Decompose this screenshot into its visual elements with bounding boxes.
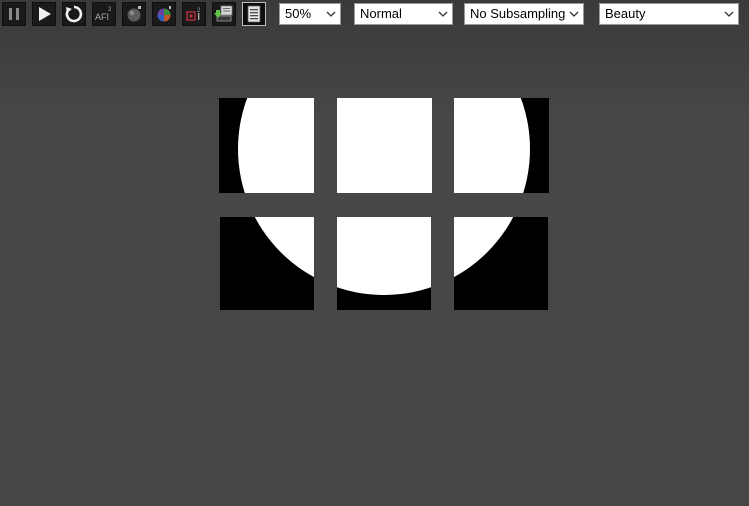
subsampling-dropdown[interactable]: No Subsampling bbox=[464, 3, 584, 25]
mode-dropdown[interactable]: Normal bbox=[354, 3, 453, 25]
document-icon bbox=[247, 5, 261, 23]
afi-button[interactable]: AFI 2 bbox=[92, 2, 116, 26]
mode-value: Normal bbox=[360, 6, 402, 21]
import-button[interactable] bbox=[212, 2, 236, 26]
pass-value: Beauty bbox=[605, 6, 646, 21]
refresh-icon bbox=[65, 5, 83, 23]
play-button[interactable] bbox=[32, 2, 56, 26]
document-button[interactable] bbox=[242, 2, 266, 26]
chevron-down-icon bbox=[569, 11, 579, 17]
render-ball-icon bbox=[127, 6, 141, 22]
subsampling-value: No Subsampling bbox=[470, 6, 566, 21]
region-icon: 2 bbox=[186, 8, 201, 21]
render-image bbox=[219, 98, 549, 310]
toolbar: AFI 2 2 50% Normal No Subsampling Beauty bbox=[0, 0, 749, 29]
pause-button[interactable] bbox=[2, 2, 26, 26]
zoom-value: 50% bbox=[285, 6, 312, 21]
chevron-down-icon bbox=[724, 11, 734, 17]
refresh-button[interactable] bbox=[62, 2, 86, 26]
play-icon bbox=[39, 7, 51, 21]
color-sphere-button[interactable] bbox=[152, 2, 176, 26]
render-ball-button[interactable] bbox=[122, 2, 146, 26]
chevron-down-icon bbox=[326, 11, 336, 17]
zoom-dropdown[interactable]: 50% bbox=[279, 3, 341, 25]
region-button[interactable]: 2 bbox=[182, 2, 206, 26]
render-viewport: AFI 2 2 50% Normal No Subsampling Beauty bbox=[0, 0, 749, 506]
pass-dropdown[interactable]: Beauty bbox=[599, 3, 739, 25]
import-icon bbox=[214, 5, 233, 22]
pause-icon bbox=[9, 8, 19, 20]
afi-icon: AFI 2 bbox=[95, 7, 112, 22]
chevron-down-icon bbox=[438, 11, 448, 17]
svg-text:2: 2 bbox=[108, 7, 112, 13]
color-sphere-icon bbox=[157, 6, 171, 22]
svg-text:AFI: AFI bbox=[95, 12, 109, 22]
